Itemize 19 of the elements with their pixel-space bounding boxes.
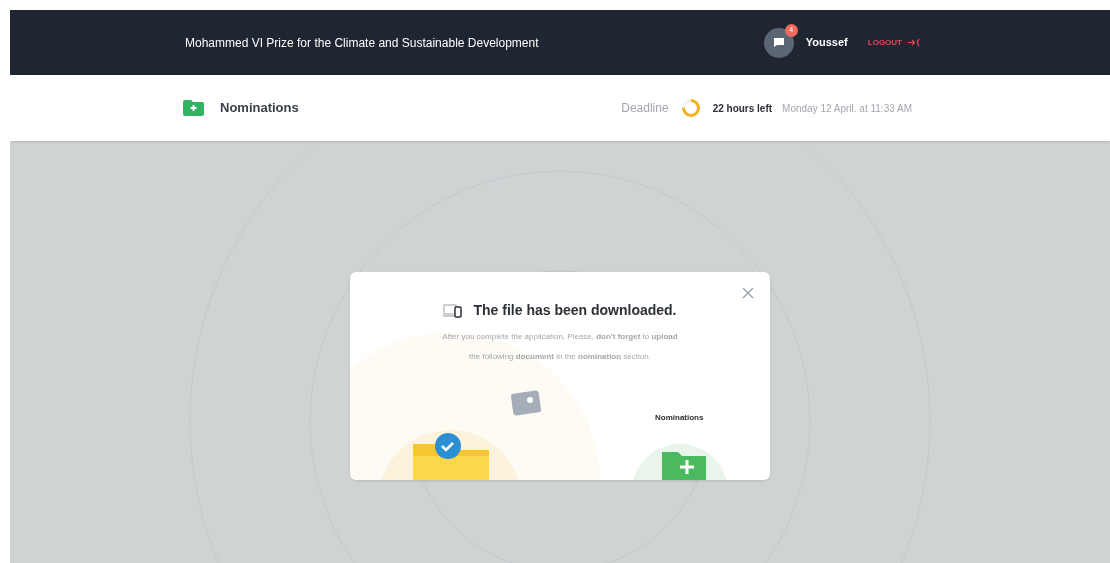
folder-plus-icon [183, 100, 204, 116]
logout-label: LOGOUT [867, 36, 902, 49]
deadline-progress-ring [680, 98, 701, 118]
laptop-phone-icon [443, 303, 464, 318]
time-left: 22 hours left [712, 101, 773, 116]
user-name: Youssef [805, 35, 848, 51]
logout-icon [908, 38, 920, 47]
dialog-message: the following document in the nomination section. [469, 351, 651, 363]
dialog-title: The file has been downloaded. [473, 301, 677, 320]
logout-link[interactable]: LOGOUT [867, 36, 920, 49]
deadline-label: Deadline [621, 100, 669, 117]
target-label: Nominations [655, 412, 704, 424]
page-title: Nominations [220, 99, 299, 118]
dialog-message: After you complete the application, Please, don't forget to upload [442, 331, 678, 343]
site-title: Mohammed VI Prize for the Climate and Sustainable Development [185, 34, 539, 52]
chat-icon [772, 37, 785, 48]
deadline-date: Monday 12 April. at 11:33 AM [782, 101, 912, 116]
close-icon [742, 287, 754, 299]
close-button[interactable] [742, 286, 756, 300]
